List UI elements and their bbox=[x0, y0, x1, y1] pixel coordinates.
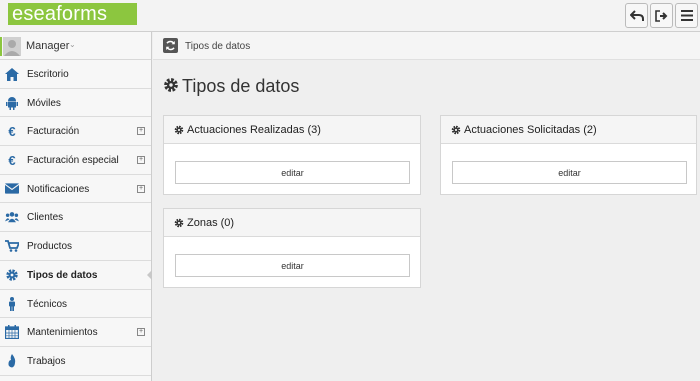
sidebar-item-label: Mantenimientos bbox=[27, 327, 98, 339]
page-title-text: Tipos de datos bbox=[182, 76, 300, 96]
panel-title: Zonas (0) bbox=[187, 217, 235, 229]
sidebar-item-label: Escritorio bbox=[27, 69, 69, 80]
male-icon bbox=[5, 296, 19, 311]
sidebar: Manager ⌄ Escritorio Móviles € Facturaci… bbox=[0, 32, 152, 381]
panel-actuaciones-realizadas: Actuaciones Realizadas (3) editar bbox=[163, 115, 421, 195]
sidebar-item-label: Notificaciones bbox=[27, 183, 90, 195]
sign-out-icon bbox=[654, 9, 667, 22]
euro-icon: € bbox=[8, 123, 16, 139]
edit-button[interactable]: editar bbox=[452, 161, 687, 184]
sidebar-item-tipos-de-datos[interactable]: Tipos de datos bbox=[0, 261, 152, 290]
panel-header: Zonas (0) bbox=[164, 209, 420, 237]
top-bar: eseaforms bbox=[0, 0, 700, 32]
panel-header: Actuaciones Realizadas (3) bbox=[164, 116, 420, 144]
breadcrumb-current: Tipos de datos bbox=[185, 41, 251, 52]
panel-header: Actuaciones Solicitadas (2) bbox=[441, 116, 696, 144]
calendar-icon bbox=[5, 325, 19, 340]
sidebar-item-label: Móviles bbox=[27, 97, 61, 109]
gear-icon bbox=[163, 77, 179, 98]
undo-button[interactable] bbox=[625, 3, 648, 28]
android-icon bbox=[5, 96, 19, 110]
refresh-icon[interactable] bbox=[163, 38, 178, 53]
users-icon bbox=[5, 210, 19, 224]
edit-button[interactable]: editar bbox=[175, 254, 410, 277]
gear-icon bbox=[5, 268, 19, 282]
gear-icon bbox=[451, 125, 461, 138]
breadcrumb: Tipos de datos bbox=[153, 32, 700, 60]
chevron-down-icon: ⌄ bbox=[69, 40, 76, 49]
app-logo[interactable]: eseaforms bbox=[8, 3, 137, 25]
sidebar-item-escritorio[interactable]: Escritorio bbox=[0, 60, 151, 89]
user-name: Manager bbox=[26, 40, 70, 52]
sidebar-item-label: Trabajos bbox=[27, 355, 66, 367]
panel-actuaciones-solicitadas: Actuaciones Solicitadas (2) editar bbox=[440, 115, 697, 195]
envelope-icon bbox=[5, 182, 19, 196]
sidebar-item-trabajos[interactable]: Trabajos bbox=[0, 347, 151, 376]
sidebar-item-facturacion-especial[interactable]: € Facturación especial + bbox=[0, 146, 151, 175]
gear-icon bbox=[174, 125, 184, 138]
panel-title: Actuaciones Solicitadas (2) bbox=[464, 124, 597, 136]
logout-button[interactable] bbox=[650, 3, 673, 28]
sidebar-item-label: Facturación especial bbox=[27, 155, 119, 167]
expand-icon[interactable]: + bbox=[137, 328, 145, 337]
fire-icon bbox=[5, 353, 19, 368]
sidebar-item-tecnicos[interactable]: Técnicos bbox=[0, 290, 151, 319]
avatar bbox=[3, 37, 21, 56]
user-menu[interactable]: Manager ⌄ bbox=[0, 32, 151, 60]
menu-icon bbox=[680, 10, 693, 21]
active-indicator bbox=[147, 269, 152, 280]
sidebar-item-label: Clientes bbox=[27, 212, 64, 224]
expand-icon[interactable]: + bbox=[137, 156, 145, 165]
sidebar-item-moviles[interactable]: Móviles bbox=[0, 89, 151, 118]
user-accent bbox=[0, 37, 2, 56]
undo-icon bbox=[629, 9, 644, 21]
sidebar-item-label: Técnicos bbox=[27, 298, 68, 310]
sidebar-item-notificaciones[interactable]: Notificaciones + bbox=[0, 175, 151, 204]
sidebar-item-clientes[interactable]: Clientes bbox=[0, 203, 151, 233]
menu-button[interactable] bbox=[675, 3, 698, 28]
panel-title: Actuaciones Realizadas (3) bbox=[187, 124, 321, 136]
home-icon bbox=[5, 67, 19, 81]
euro-icon: € bbox=[8, 152, 16, 168]
edit-button[interactable]: editar bbox=[175, 161, 410, 184]
user-silhouette-icon bbox=[4, 40, 20, 56]
sidebar-item-facturacion[interactable]: € Facturación + bbox=[0, 117, 151, 147]
page-title: Tipos de datos bbox=[163, 76, 299, 98]
sidebar-item-productos[interactable]: Productos bbox=[0, 232, 151, 261]
sidebar-item-label: Productos bbox=[27, 241, 73, 253]
sidebar-item-label: Facturación bbox=[27, 126, 80, 138]
expand-icon[interactable]: + bbox=[137, 127, 145, 136]
expand-icon[interactable]: + bbox=[137, 184, 145, 193]
sidebar-item-mantenimientos[interactable]: Mantenimientos + bbox=[0, 318, 151, 347]
gear-icon bbox=[174, 218, 184, 231]
cart-icon bbox=[5, 239, 19, 253]
sidebar-item-label: Tipos de datos bbox=[27, 269, 98, 281]
panel-zonas: Zonas (0) editar bbox=[163, 208, 421, 288]
